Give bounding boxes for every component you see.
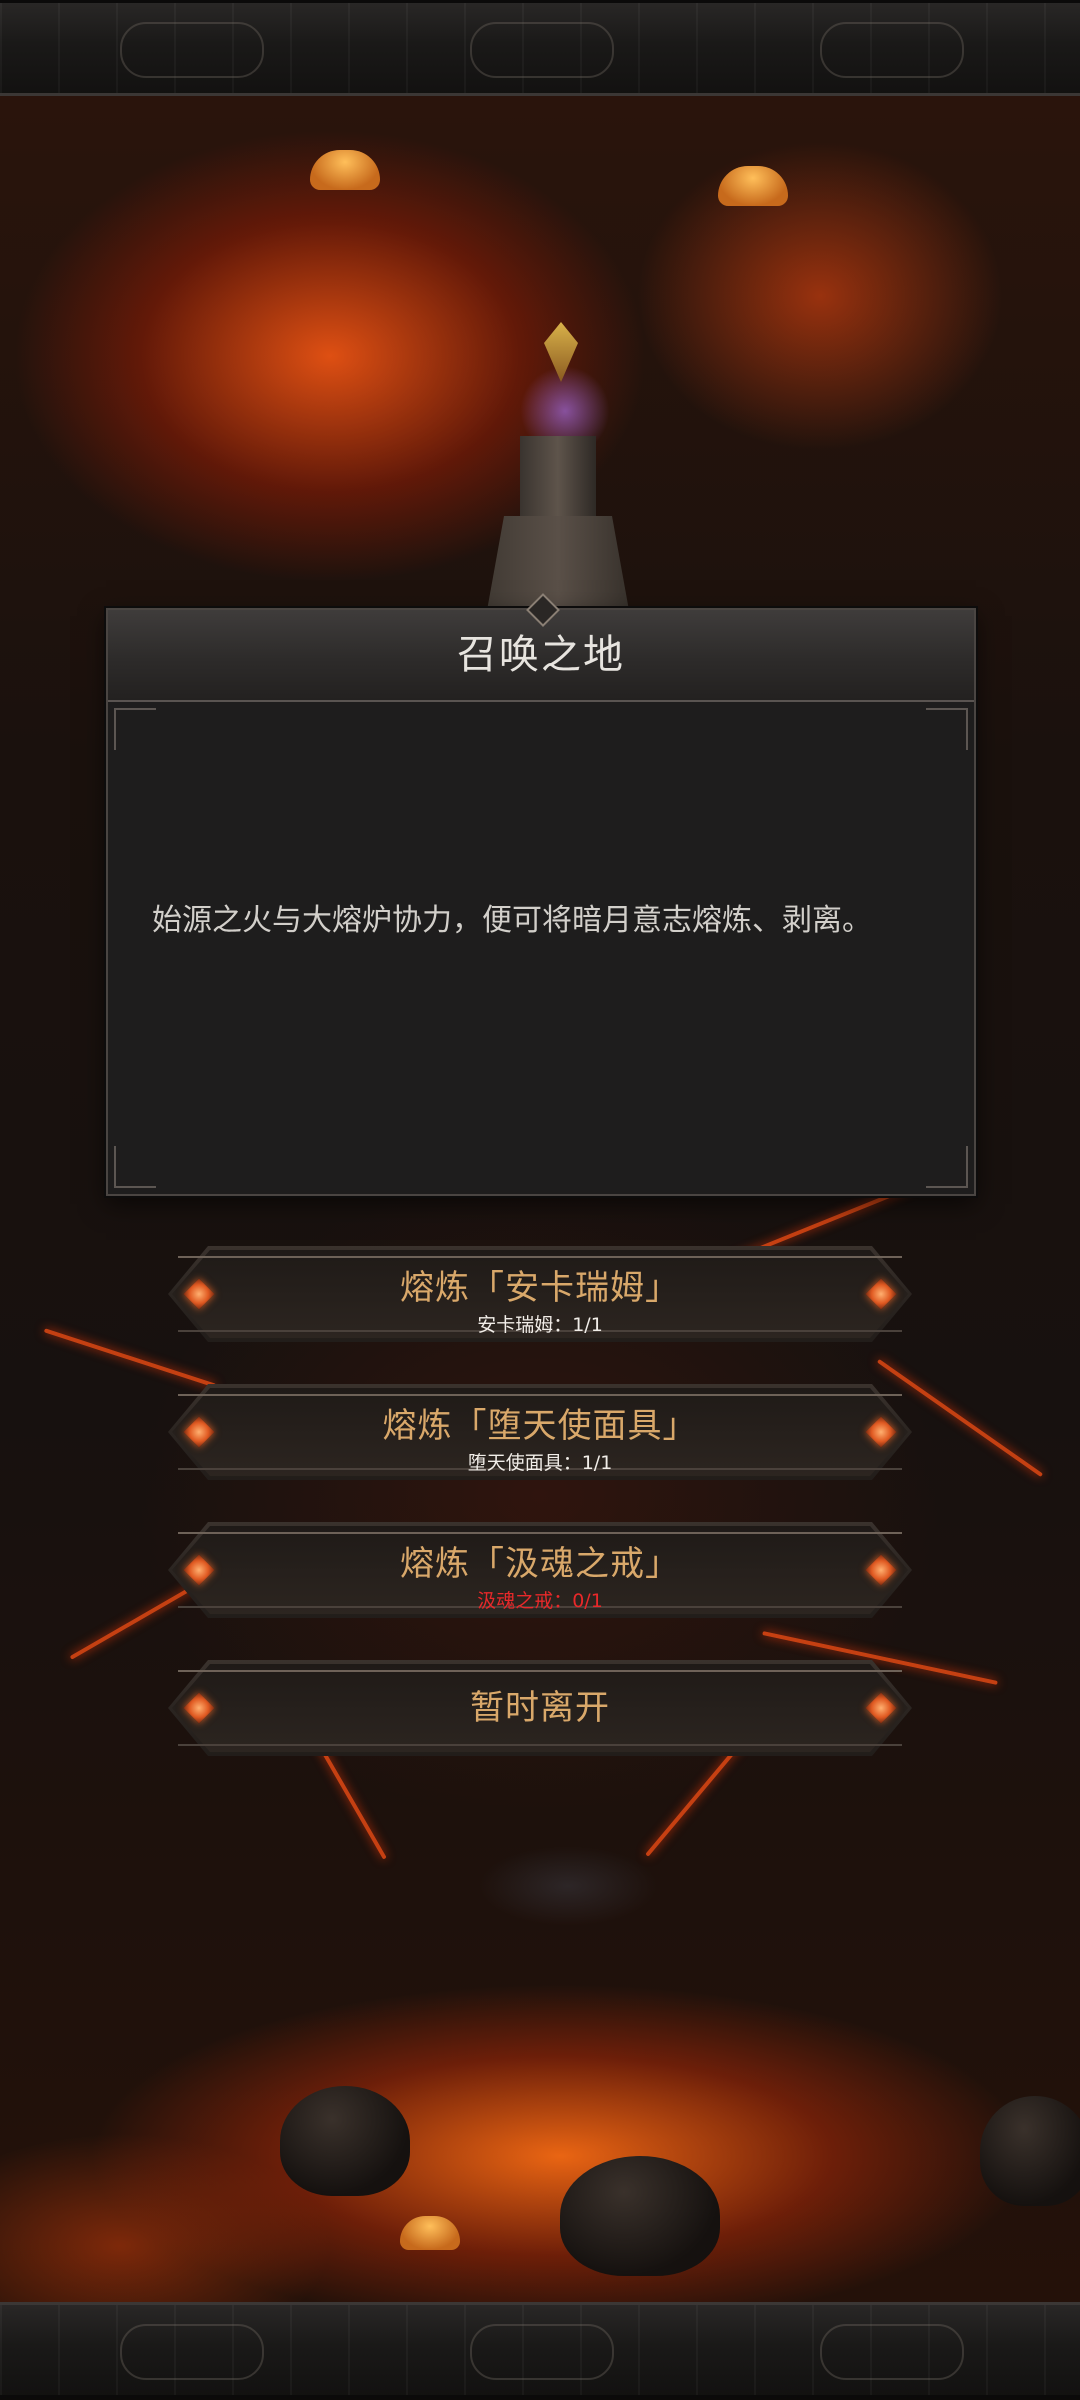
top-ornate-border (0, 0, 1080, 96)
option-label: 暂时离开 (470, 1688, 610, 1728)
smelt-fallen-angel-mask-button[interactable]: 熔炼「堕天使面具」 堕天使面具：1/1 (168, 1384, 912, 1480)
scroll-ornament (470, 22, 614, 78)
requirement-count: 汲魂之戒：0/1 (477, 1590, 603, 1612)
scroll-ornament (470, 2324, 614, 2380)
smelt-ankarim-button[interactable]: 熔炼「安卡瑞姆」 安卡瑞姆：1/1 (168, 1246, 912, 1342)
option-label: 熔炼「堕天使面具」 (382, 1406, 698, 1446)
leave-button[interactable]: 暂时离开 (168, 1660, 912, 1756)
floor-emblem (478, 1846, 658, 1926)
dialog-header: 召唤之地 (108, 593, 974, 702)
scroll-ornament (820, 2324, 964, 2380)
scroll-ornament (820, 22, 964, 78)
scroll-ornament (120, 2324, 264, 2380)
lava-crack (645, 1739, 745, 1857)
dialog-title: 召唤之地 (457, 632, 625, 678)
option-label: 熔炼「安卡瑞姆」 (400, 1268, 680, 1308)
hanging-lantern (718, 166, 788, 206)
corner-ornament (926, 708, 968, 750)
altar-spire (520, 436, 596, 526)
game-screen: 召唤之地 始源之火与大熔炉协力，便可将暗月意志熔炼、剥离。 熔炼「安卡瑞姆」 安… (0, 0, 1080, 2400)
smelt-soul-drain-ring-button[interactable]: 熔炼「汲魂之戒」 汲魂之戒：0/1 (168, 1522, 912, 1618)
lava-forge-background (0, 96, 1080, 2302)
mushroom-rock (980, 2096, 1080, 2206)
event-dialog: 召唤之地 始源之火与大熔炉协力，便可将暗月意志熔炼、剥离。 (106, 593, 976, 1196)
option-label: 熔炼「汲魂之戒」 (400, 1544, 680, 1584)
mushroom-rock (560, 2156, 720, 2276)
dialog-description: 始源之火与大熔炉协力，便可将暗月意志熔炼、剥离。 (152, 903, 872, 938)
corner-ornament (926, 1146, 968, 1188)
requirement-count: 堕天使面具：1/1 (467, 1452, 613, 1474)
scroll-ornament (120, 22, 264, 78)
hanging-lantern (310, 150, 380, 190)
bottom-ornate-border (0, 2302, 1080, 2398)
requirement-count: 安卡瑞姆：1/1 (477, 1314, 603, 1336)
glowing-mushroom (400, 2216, 460, 2250)
corner-ornament (114, 708, 156, 750)
corner-ornament (114, 1146, 156, 1188)
mushroom-rock (280, 2086, 410, 2196)
